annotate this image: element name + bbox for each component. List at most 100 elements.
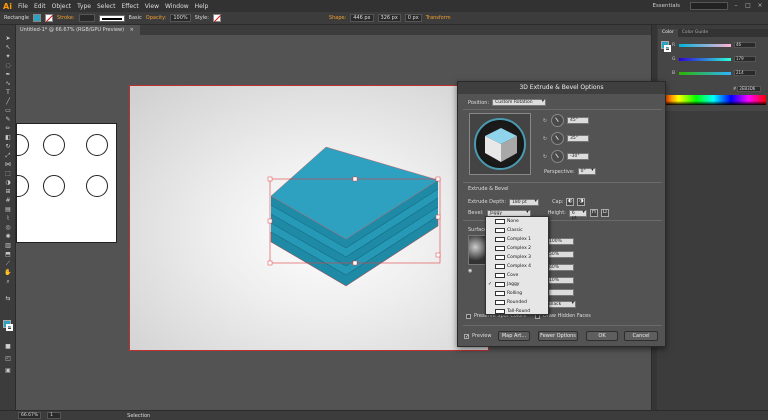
shading-color-dropdown[interactable]: Black bbox=[546, 301, 576, 308]
blue-slider[interactable] bbox=[679, 71, 731, 75]
stroke-profile[interactable] bbox=[98, 14, 125, 22]
menu-help[interactable]: Help bbox=[195, 3, 215, 10]
line-tool-icon[interactable]: ╱ bbox=[4, 98, 12, 105]
bevel-extent-in-icon[interactable]: ⊓ bbox=[589, 209, 598, 217]
symbol-sprayer-tool-icon[interactable]: ✺ bbox=[4, 233, 12, 240]
close-window-button[interactable]: × bbox=[756, 2, 764, 10]
bevel-option-none[interactable]: None bbox=[486, 217, 550, 226]
selection-handle[interactable] bbox=[267, 260, 273, 266]
mesh-tool-icon[interactable]: # bbox=[4, 197, 12, 204]
free-transform-tool-icon[interactable]: ⬚ bbox=[4, 170, 12, 177]
lighting-sphere[interactable] bbox=[468, 235, 486, 265]
rotation-trackcube[interactable] bbox=[469, 113, 531, 175]
curvature-tool-icon[interactable]: ∿ bbox=[4, 80, 12, 87]
paintbrush-tool-icon[interactable]: ✎ bbox=[4, 116, 12, 123]
direct-selection-tool-icon[interactable]: ↖ bbox=[4, 44, 12, 51]
width-field[interactable]: 446 px bbox=[350, 14, 374, 22]
selection-handle[interactable] bbox=[435, 214, 441, 220]
screen-mode-icon[interactable]: ▣ bbox=[4, 367, 12, 374]
artboard-navigator[interactable]: 1 bbox=[47, 412, 62, 419]
bevel-option-rounded[interactable]: Rounded bbox=[486, 298, 550, 307]
bevel-height-field[interactable]: 6 pt bbox=[568, 209, 587, 221]
map-art-button[interactable]: Map Art... bbox=[498, 331, 530, 341]
transform-label[interactable]: Transform bbox=[426, 15, 451, 21]
stroke-weight-field[interactable] bbox=[78, 14, 95, 22]
position-dropdown[interactable]: Custom Rotation bbox=[492, 99, 547, 106]
tab-color[interactable]: Color bbox=[658, 29, 678, 37]
lasso-tool-icon[interactable]: ◌ bbox=[4, 62, 12, 69]
workspace-switcher[interactable]: Essentials bbox=[652, 3, 680, 9]
green-value-field[interactable]: 179 bbox=[734, 56, 756, 62]
bevel-option-complex-1[interactable]: Complex 1 bbox=[486, 235, 550, 244]
width-tool-icon[interactable]: ⋈ bbox=[4, 161, 12, 168]
menu-type[interactable]: Type bbox=[77, 3, 97, 10]
surface-field-3[interactable]: 60% bbox=[546, 264, 574, 271]
hex-field[interactable]: 2EB3D6 bbox=[737, 85, 762, 92]
bevel-option-complex-3[interactable]: Complex 3 bbox=[486, 253, 550, 262]
gradient-tool-icon[interactable]: ▤ bbox=[4, 206, 12, 213]
bevel-option-complex-2[interactable]: Complex 2 bbox=[486, 244, 550, 253]
rotate-x-field[interactable]: 45° bbox=[567, 117, 589, 124]
fewer-options-button[interactable]: Fewer Options bbox=[538, 331, 578, 341]
bevel-option-rolling[interactable]: Rolling bbox=[486, 289, 550, 298]
slice-tool-icon[interactable]: ⟋ bbox=[4, 260, 12, 267]
color-spectrum[interactable] bbox=[661, 95, 766, 105]
blend-steps-field[interactable] bbox=[546, 289, 574, 296]
selection-handle[interactable] bbox=[352, 260, 358, 266]
red-value-field[interactable]: 46 bbox=[734, 42, 756, 48]
selection-handle[interactable] bbox=[352, 176, 358, 182]
rotate-y-knob[interactable] bbox=[551, 132, 564, 145]
toolbar-stroke-swatch[interactable] bbox=[6, 324, 13, 331]
ok-button[interactable]: OK bbox=[586, 331, 618, 341]
menu-effect[interactable]: Effect bbox=[121, 3, 144, 10]
blue-value-field[interactable]: 214 bbox=[734, 70, 756, 76]
height-field[interactable]: 326 px bbox=[377, 14, 401, 22]
zoom-field[interactable]: 66.67% bbox=[18, 412, 42, 419]
magic-wand-tool-icon[interactable]: ✦ bbox=[4, 53, 12, 60]
column-graph-tool-icon[interactable]: ▥ bbox=[4, 242, 12, 249]
scale-tool-icon[interactable]: ⤢ bbox=[4, 152, 12, 159]
cap-off-icon[interactable]: ◑ bbox=[577, 198, 586, 206]
selection-tool-icon[interactable]: ➤ bbox=[4, 35, 12, 42]
color-mode-icon[interactable]: ■ bbox=[4, 343, 12, 350]
selection-handle[interactable] bbox=[435, 176, 441, 182]
bevel-extent-out-icon[interactable]: ⊔ bbox=[600, 209, 609, 217]
zoom-tool-icon[interactable]: ⌕ bbox=[4, 278, 12, 285]
bevel-option-cove[interactable]: Cove bbox=[486, 271, 550, 280]
extrude-depth-field[interactable]: 180 pt bbox=[509, 198, 540, 206]
artboard-tool-icon[interactable]: ⬒ bbox=[4, 251, 12, 258]
fill-swatch[interactable] bbox=[32, 14, 41, 22]
eyedropper-tool-icon[interactable]: ⌇ bbox=[4, 215, 12, 222]
light-icon[interactable]: ◉ bbox=[468, 268, 472, 274]
draw-mode-icon[interactable]: ◰ bbox=[4, 355, 12, 362]
menu-edit[interactable]: Edit bbox=[34, 3, 52, 10]
tab-color-guide[interactable]: Color Guide bbox=[678, 29, 712, 37]
bevel-option-complex-4[interactable]: Complex 4 bbox=[486, 262, 550, 271]
graphic-style-swatch[interactable] bbox=[212, 14, 221, 22]
selection-handle[interactable] bbox=[435, 252, 441, 258]
swap-fill-stroke-icon[interactable]: ⇆ bbox=[4, 295, 12, 302]
shape-builder-tool-icon[interactable]: ◑ bbox=[4, 179, 12, 186]
preserve-spot-checkbox[interactable] bbox=[466, 313, 471, 319]
menu-file[interactable]: File bbox=[18, 3, 34, 10]
stroke-swatch[interactable] bbox=[44, 14, 53, 22]
menu-window[interactable]: Window bbox=[165, 3, 195, 10]
menu-select[interactable]: Select bbox=[97, 3, 122, 10]
rectangle-tool-icon[interactable]: ▭ bbox=[4, 107, 12, 114]
preview-checkbox[interactable]: ✓ bbox=[464, 333, 469, 339]
rotate-y-field[interactable]: 35° bbox=[567, 135, 589, 142]
search-input[interactable] bbox=[690, 2, 728, 10]
opacity-label[interactable]: Opacity: bbox=[146, 15, 167, 21]
green-slider[interactable] bbox=[679, 57, 731, 61]
selection-handle[interactable] bbox=[267, 176, 273, 182]
minimize-button[interactable]: – bbox=[732, 2, 740, 10]
rotate-tool-icon[interactable]: ↻ bbox=[4, 143, 12, 150]
opacity-field[interactable]: 100% bbox=[170, 14, 191, 22]
bevel-option-jaggy[interactable]: ✓ Jaggy bbox=[486, 280, 550, 289]
stroke-label[interactable]: Stroke: bbox=[57, 15, 75, 21]
selection-handle[interactable] bbox=[267, 218, 273, 224]
pen-tool-icon[interactable]: ✒ bbox=[4, 71, 12, 78]
corner-field[interactable]: 0 px bbox=[404, 14, 422, 22]
pencil-tool-icon[interactable]: ✏ bbox=[4, 125, 12, 132]
rotate-z-field[interactable]: -30° bbox=[567, 153, 589, 160]
